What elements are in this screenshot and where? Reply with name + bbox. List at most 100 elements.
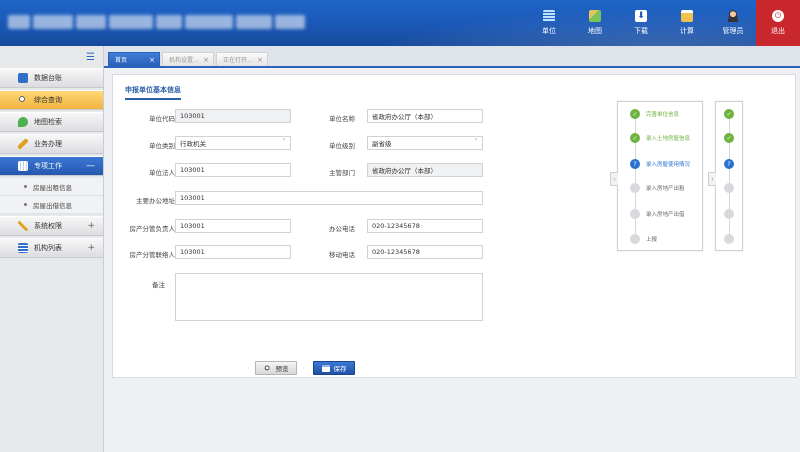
nav-logout-button[interactable]: ⏻ 退出 [756, 0, 800, 46]
step-label: 录入房地产出租 [646, 186, 685, 192]
compact-step-1[interactable]: ✓ [724, 108, 740, 120]
preview-button[interactable]: 预览 [255, 361, 297, 375]
close-icon[interactable]: × [149, 56, 155, 64]
office-phone-label: 办公电话 [329, 225, 355, 233]
panel-toggle-right[interactable]: ‹ [708, 172, 716, 186]
expand-toggle-icon[interactable]: + [87, 221, 95, 231]
admin-user-icon [727, 10, 739, 22]
question-icon: ? [630, 159, 640, 169]
nav-unit-label: 单位 [542, 27, 556, 35]
legal-person-field[interactable]: 103001 [175, 163, 291, 177]
compact-step-3[interactable]: ? [724, 158, 740, 170]
remark-textarea[interactable] [175, 273, 483, 321]
unit-type-select[interactable]: 行政机关 [175, 136, 291, 150]
floppy-disk-icon [321, 364, 330, 372]
office-address-label: 主要办公地址 [136, 197, 175, 205]
nav-unit-button[interactable]: 单位 [526, 0, 572, 46]
sidebar-item-org-list[interactable]: 机构列表 + [0, 238, 103, 258]
step-5[interactable]: 录入房地产出借 [630, 208, 685, 220]
sidebar-subitem-rental[interactable]: 房屋出租信息 [0, 178, 103, 196]
unit-level-select[interactable]: 副省级 [367, 136, 483, 150]
sidebar-item-label: 业务办理 [34, 140, 62, 148]
panel-toggle-left[interactable]: ‹ [610, 172, 618, 186]
nav-download-button[interactable]: ⬇ 下载 [618, 0, 664, 46]
nav-logout-label: 退出 [771, 27, 785, 35]
step-4[interactable]: 录入房地产出租 [630, 182, 685, 194]
nav-calculate-label: 计算 [680, 27, 694, 35]
house-manager-field[interactable]: 103001 [175, 219, 291, 233]
bullet-icon [24, 185, 27, 188]
close-icon[interactable]: × [203, 56, 209, 64]
sidebar-subitem-label: 房屋出租信息 [33, 183, 72, 192]
save-button-label: 保存 [333, 365, 347, 373]
sidebar-item-label: 综合查询 [34, 96, 62, 104]
save-button[interactable]: 保存 [313, 361, 355, 375]
mobile-phone-field[interactable]: 020-12345678 [367, 245, 483, 259]
map-pin-icon [18, 117, 28, 127]
close-icon[interactable]: × [257, 56, 263, 64]
tab-label: 机构设置... [169, 57, 199, 64]
nav-calculate-button[interactable]: 计算 [664, 0, 710, 46]
org-list-icon [18, 243, 28, 253]
magnifier-icon [263, 364, 272, 372]
calculator-icon [681, 10, 693, 22]
pending-icon [630, 183, 640, 193]
sidebar-item-query[interactable]: 综合查询 [0, 90, 103, 110]
mobile-phone-label: 移动电话 [329, 251, 355, 259]
tab-loading[interactable]: 正在打开... × [216, 52, 268, 66]
step-2[interactable]: ✓ 录入土地房屋信息 [630, 132, 690, 144]
unit-type-label: 单位类别 [149, 142, 175, 150]
search-icon [18, 95, 28, 105]
house-contact-field[interactable]: 103001 [175, 245, 291, 259]
step-1[interactable]: ✓ 完善单位信息 [630, 108, 679, 120]
bullet-icon [24, 203, 27, 206]
compact-step-2[interactable]: ✓ [724, 132, 740, 144]
authority-field[interactable]: 省政府办公厅（本部） [367, 163, 483, 177]
unit-code-label: 单位代码 [149, 115, 175, 123]
nav-map-label: 地图 [588, 27, 602, 35]
page-footer-area [104, 378, 800, 452]
sidebar-item-special-work[interactable]: 专项工作 — [0, 156, 103, 176]
unit-name-field[interactable]: 省政府办公厅（本部） [367, 109, 483, 123]
sidebar-item-map-search[interactable]: 地图检索 [0, 112, 103, 132]
sidebar-subitem-label: 房屋出借信息 [33, 201, 72, 210]
expand-toggle-icon[interactable]: + [87, 243, 95, 253]
sidebar-item-data-ledger[interactable]: 数据台账 [0, 68, 103, 88]
unit-name-label: 单位名称 [329, 115, 355, 123]
check-icon: ✓ [724, 133, 734, 143]
download-icon: ⬇ [635, 10, 647, 22]
sidebar-collapse-button[interactable]: ☰ [0, 46, 103, 68]
step-label: 录入房屋使用情况 [646, 162, 691, 168]
tab-label: 首页 [115, 57, 128, 64]
nav-admin-button[interactable]: 管理员 [710, 0, 756, 46]
compact-step-6[interactable] [724, 233, 740, 245]
question-icon: ? [724, 159, 734, 169]
compact-step-4[interactable] [724, 182, 740, 194]
step-6[interactable]: 上报 [630, 233, 657, 245]
monitor-icon [18, 73, 28, 83]
unit-code-field[interactable]: 103001 [175, 109, 291, 123]
sidebar-item-business[interactable]: 业务办理 [0, 134, 103, 154]
building-icon [18, 161, 28, 171]
nav-map-button[interactable]: 地图 [572, 0, 618, 46]
tab-home[interactable]: 首页 × [108, 52, 160, 66]
top-navigation: 单位 地图 ⬇ 下载 计算 管理员 ⏻ 退出 [526, 0, 800, 46]
sidebar-item-label: 机构列表 [34, 244, 62, 252]
office-phone-field[interactable]: 020-12345678 [367, 219, 483, 233]
house-manager-label: 房产分管负责人 [129, 225, 176, 233]
tab-org-settings[interactable]: 机构设置... × [162, 52, 214, 66]
sidebar-subitem-lending[interactable]: 房屋出借信息 [0, 196, 103, 214]
pencil-icon [18, 139, 28, 149]
sidebar-item-permissions[interactable]: 系统权限 + [0, 216, 103, 236]
progress-steps-compact: ‹ ✓ ✓ ? [708, 101, 743, 251]
compact-step-5[interactable] [724, 208, 740, 220]
preview-button-label: 预览 [275, 365, 289, 373]
legal-person-label: 单位法人 [149, 169, 175, 177]
nav-admin-label: 管理员 [722, 27, 744, 35]
sidebar-item-label: 地图检索 [34, 118, 62, 126]
office-address-field[interactable]: 103001 [175, 191, 483, 205]
collapse-toggle-icon[interactable]: — [86, 161, 95, 171]
pending-icon [724, 209, 734, 219]
sidebar-item-label: 系统权限 [34, 222, 62, 230]
step-3[interactable]: ? 录入房屋使用情况 [630, 158, 690, 170]
